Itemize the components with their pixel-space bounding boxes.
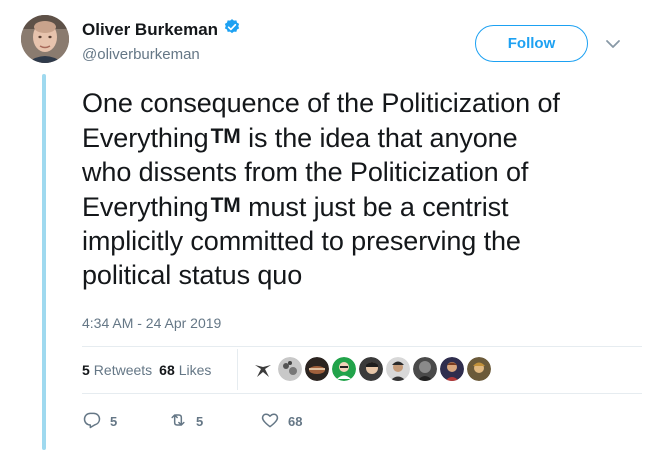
reply-icon <box>82 410 102 433</box>
chevron-down-icon[interactable] <box>605 37 621 49</box>
reply-button[interactable]: 5 <box>82 410 168 433</box>
follow-button[interactable]: Follow <box>475 25 588 62</box>
divider <box>82 393 642 394</box>
engagement-stats: 5 Retweets 68 Likes <box>82 362 211 378</box>
tweet-line: EverythingTM must just be a centrist <box>82 192 509 222</box>
liker-avatar[interactable] <box>251 357 275 381</box>
trademark-mark: TM <box>210 125 241 148</box>
liker-avatar[interactable] <box>440 357 464 381</box>
tweet-header: Oliver Burkeman @oliverburkeman <box>82 18 241 63</box>
liker-avatar[interactable] <box>413 357 437 381</box>
verified-badge-icon <box>223 18 241 41</box>
tweet-line: political status quo <box>82 260 303 290</box>
tweet-text: One consequence of the Politicization of… <box>82 86 642 292</box>
liker-avatar[interactable] <box>386 357 410 381</box>
author-avatar[interactable] <box>21 15 69 63</box>
like-button[interactable]: 68 <box>260 410 302 433</box>
reply-count: 5 <box>110 414 118 429</box>
tweet-line: implicitly committed to preserving the <box>82 226 521 256</box>
tweet-line: who dissents from the Politicization of <box>82 157 529 187</box>
author-handle[interactable]: @oliverburkeman <box>82 46 241 63</box>
retweets-stat[interactable]: 5 Retweets <box>82 362 152 378</box>
liker-avatar[interactable] <box>332 357 356 381</box>
liker-avatar[interactable] <box>467 357 491 381</box>
stats-separator <box>237 349 238 390</box>
divider <box>82 346 642 347</box>
liker-avatars <box>251 357 491 381</box>
author-display-name[interactable]: Oliver Burkeman <box>82 20 218 40</box>
thread-line <box>42 74 46 450</box>
heart-icon <box>260 410 280 433</box>
tweet-line: EverythingTM is the idea that anyone <box>82 123 518 153</box>
liker-avatar[interactable] <box>278 357 302 381</box>
liker-avatar[interactable] <box>305 357 329 381</box>
likes-stat[interactable]: 68 Likes <box>159 362 211 378</box>
trademark-mark: TM <box>210 194 241 217</box>
tweet-line: One consequence of the Politicization of <box>82 88 560 118</box>
tweet-actions: 5 5 68 <box>82 410 302 433</box>
liker-avatar[interactable] <box>359 357 383 381</box>
retweet-button[interactable]: 5 <box>168 410 260 433</box>
like-count: 68 <box>288 414 303 429</box>
tweet-timestamp[interactable]: 4:34 AM - 24 Apr 2019 <box>82 315 221 331</box>
retweet-count: 5 <box>196 414 204 429</box>
retweet-icon <box>168 410 188 433</box>
